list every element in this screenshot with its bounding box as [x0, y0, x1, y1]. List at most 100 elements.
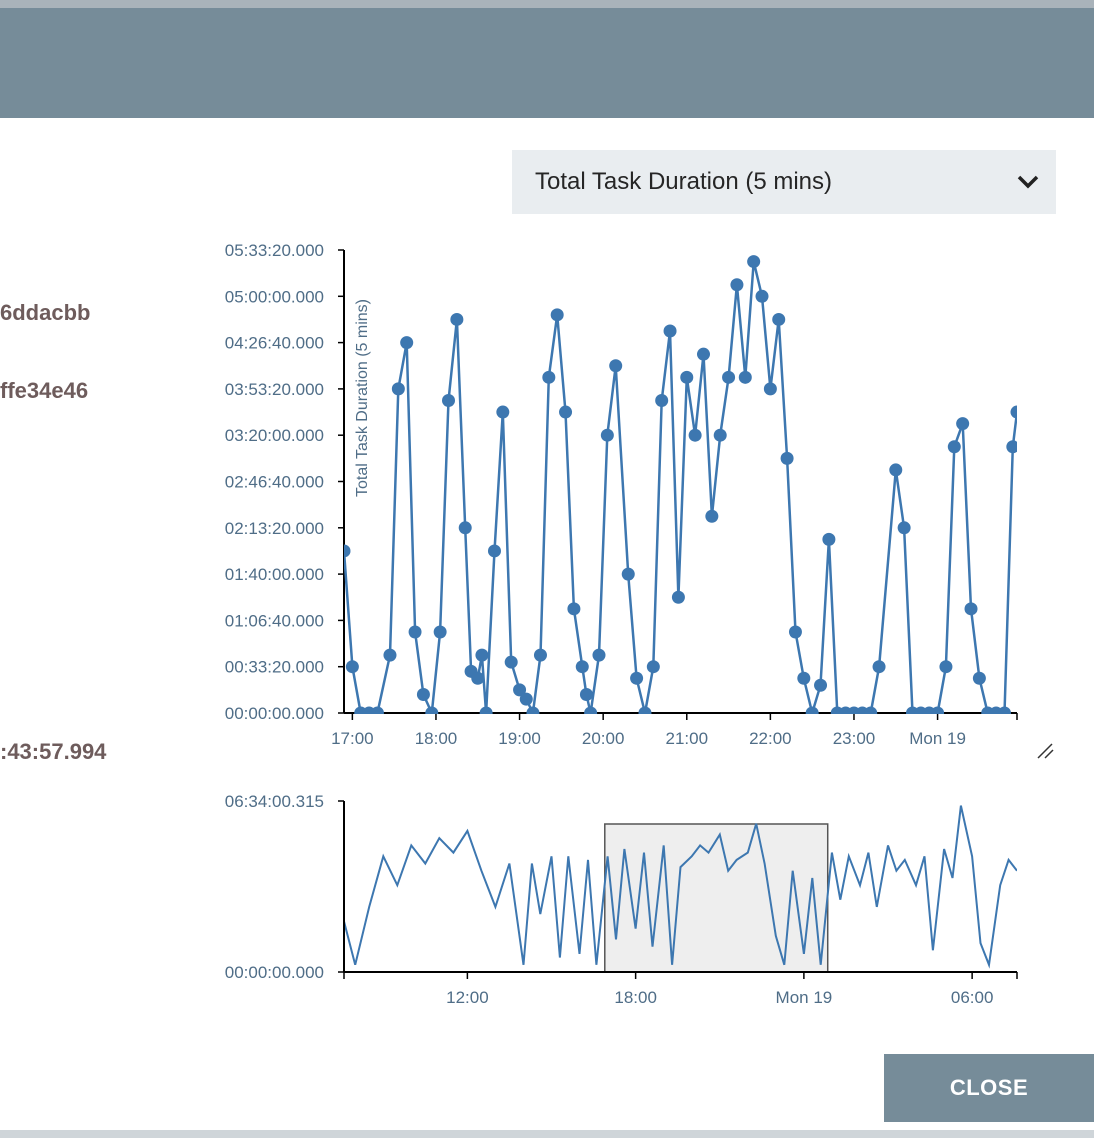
data-point: [621, 567, 635, 581]
data-point: [533, 648, 547, 662]
data-point: [579, 687, 593, 701]
data-point: [638, 706, 652, 714]
data-point: [822, 532, 836, 546]
data-point: [487, 544, 501, 558]
data-point: [475, 648, 489, 662]
x-tick-label: 23:00: [833, 729, 876, 748]
data-point: [383, 648, 397, 662]
y-tick-label: 04:26:40.000: [225, 334, 324, 353]
y-tick-label: 02:13:20.000: [225, 519, 324, 538]
y-tick-label: 02:46:40.000: [225, 473, 324, 492]
data-point: [450, 312, 464, 326]
data-point: [696, 347, 710, 361]
y-tick-label: 00:00:00.000: [225, 704, 324, 723]
data-point: [1006, 440, 1017, 454]
data-point: [872, 660, 886, 674]
data-point: [408, 625, 422, 639]
data-point: [655, 393, 669, 407]
data-point: [713, 428, 727, 442]
data-point: [956, 417, 970, 431]
x-tick-label: 20:00: [582, 729, 625, 748]
data-point: [609, 359, 623, 373]
y-tick-label: 01:06:40.000: [225, 611, 324, 630]
data-point: [947, 440, 961, 454]
data-point: [567, 602, 581, 616]
data-point: [797, 671, 811, 685]
y-tick-label: 03:20:00.000: [225, 426, 324, 445]
data-point: [370, 706, 384, 714]
y-axis-label: Total Task Duration (5 mins): [354, 299, 371, 497]
x-tick-label: 17:00: [331, 729, 374, 748]
background-window-strip-bottom: [0, 1130, 1094, 1138]
data-point: [600, 428, 614, 442]
data-point: [688, 428, 702, 442]
data-point: [391, 382, 405, 396]
data-point: [788, 625, 802, 639]
data-point: [705, 509, 719, 523]
data-point: [542, 370, 556, 384]
data-point: [400, 336, 414, 350]
y-tick-label: 01:40:00.000: [225, 565, 324, 584]
data-point: [780, 451, 794, 465]
data-point: [671, 590, 685, 604]
data-point: [763, 382, 777, 396]
data-point: [592, 648, 606, 662]
data-point: [584, 706, 598, 714]
data-point: [646, 660, 660, 674]
data-point: [889, 463, 903, 477]
overview-y-tick-label: 00:00:00.000: [225, 963, 324, 982]
data-point: [496, 405, 510, 419]
data-point: [416, 687, 430, 701]
data-point: [344, 544, 351, 558]
y-tick-label: 00:33:20.000: [225, 658, 324, 677]
y-tick-label: 05:33:20.000: [225, 241, 324, 260]
data-point: [433, 625, 447, 639]
data-point: [345, 660, 359, 674]
data-point: [526, 706, 540, 714]
x-tick-label: 22:00: [749, 729, 792, 748]
data-point: [939, 660, 953, 674]
data-point: [964, 602, 978, 616]
data-point: [442, 393, 456, 407]
main-series: [344, 255, 1017, 714]
x-tick-label: 18:00: [415, 729, 458, 748]
data-point: [680, 370, 694, 384]
data-point: [559, 405, 573, 419]
data-point: [575, 660, 589, 674]
data-point: [805, 706, 819, 714]
overview-x-tick-label: 12:00: [446, 988, 489, 1007]
y-tick-label: 05:00:00.000: [225, 287, 324, 306]
data-point: [897, 521, 911, 535]
data-point: [1010, 405, 1017, 419]
x-tick-label: 19:00: [498, 729, 541, 748]
data-point: [738, 370, 752, 384]
y-tick-label: 03:53:20.000: [225, 380, 324, 399]
task-duration-chart: 00:00:00.000 00:33:20.000 01:06:40.000 01:4…: [225, 241, 1018, 1007]
data-point: [747, 255, 761, 269]
data-point: [630, 671, 644, 685]
data-point: [504, 655, 518, 669]
data-point: [814, 678, 828, 692]
data-point: [663, 324, 677, 338]
close-button[interactable]: CLOSE: [884, 1054, 1094, 1122]
data-point: [972, 671, 986, 685]
series-line: [344, 261, 1017, 714]
data-point: [997, 706, 1011, 714]
resize-handle-icon[interactable]: [1036, 742, 1056, 760]
data-point: [864, 706, 878, 714]
data-point: [458, 521, 472, 535]
data-point: [730, 278, 744, 292]
x-tick-label: 21:00: [665, 729, 708, 748]
data-point: [519, 692, 533, 706]
data-point: [772, 312, 786, 326]
overview-x-tick-label: 06:00: [951, 988, 994, 1007]
data-point: [722, 370, 736, 384]
overview-x-tick-label: 18:00: [614, 988, 657, 1007]
x-tick-label: Mon 19: [909, 729, 966, 748]
data-point: [755, 289, 769, 303]
data-point: [471, 671, 485, 685]
data-point: [550, 308, 564, 322]
data-point: [479, 706, 493, 714]
overview-x-tick-label: Mon 19: [776, 988, 833, 1007]
overview-y-tick-label: 06:34:00.315: [225, 792, 324, 811]
